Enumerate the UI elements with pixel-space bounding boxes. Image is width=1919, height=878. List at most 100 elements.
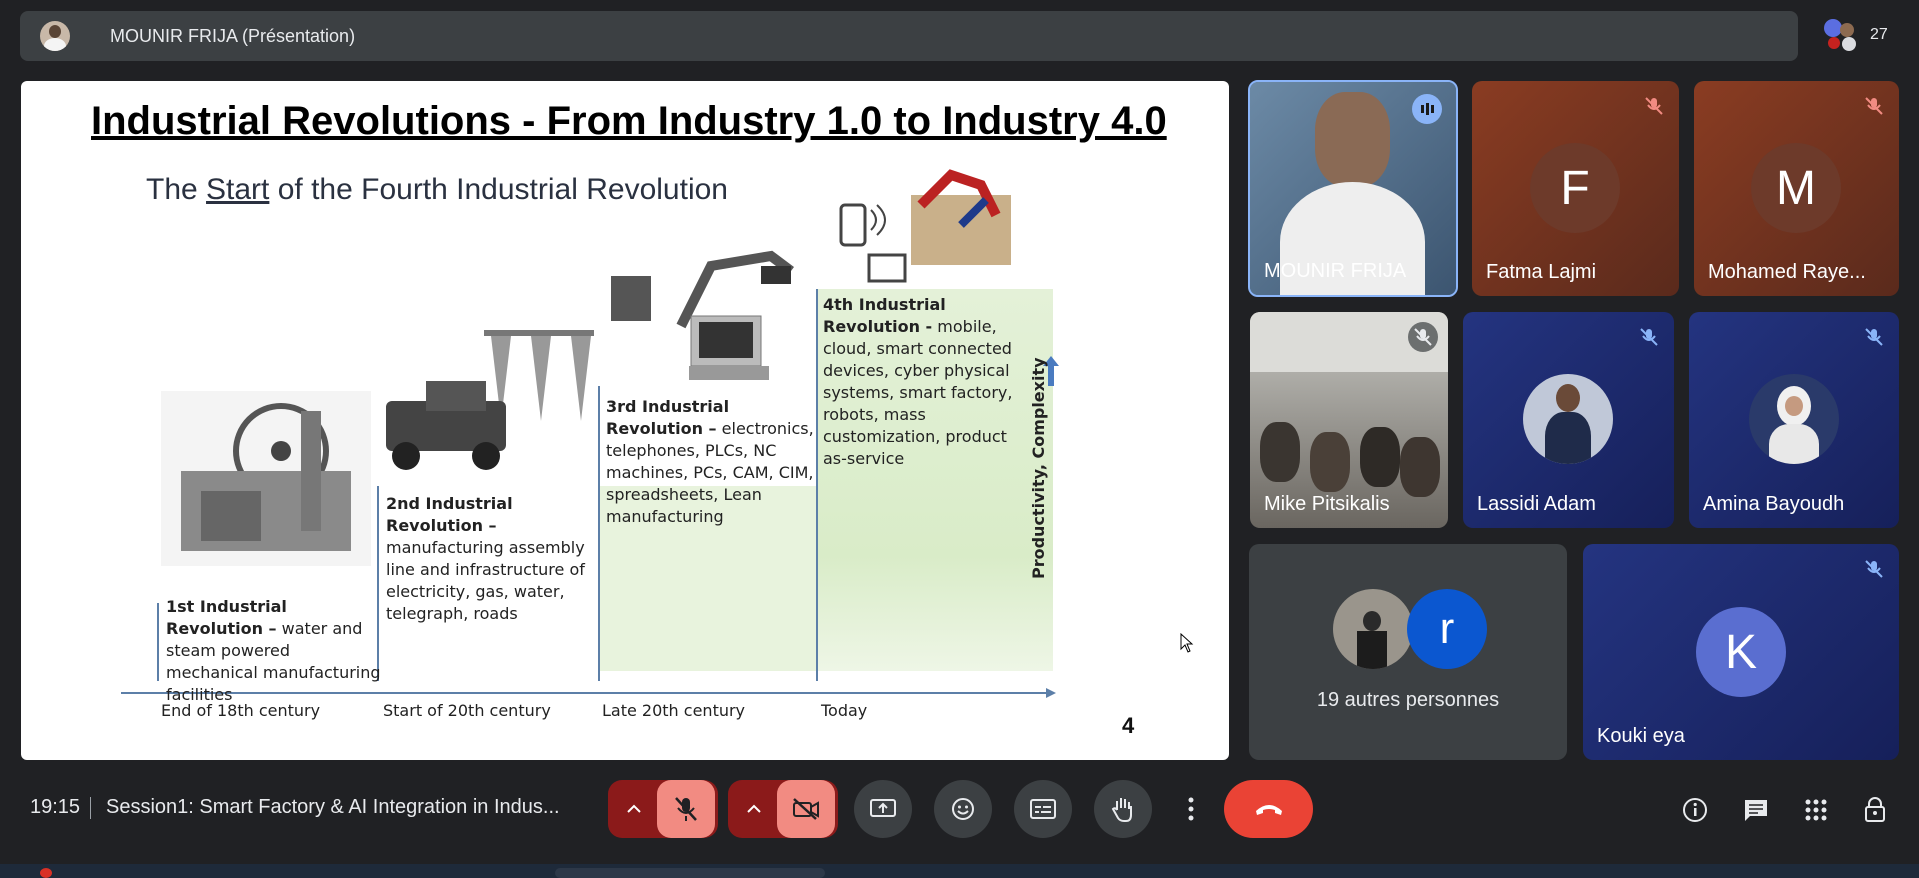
chat-button[interactable]	[1736, 790, 1776, 830]
student	[1310, 432, 1350, 492]
tile-name: Kouki eya	[1597, 725, 1685, 747]
os-taskbar	[0, 864, 1919, 878]
present-screen-button[interactable]	[854, 780, 912, 838]
speaking-indicator-icon	[1412, 94, 1442, 124]
assembly-line-image	[386, 330, 594, 470]
meeting-title: Session1: Smart Factory & AI Integration…	[106, 796, 560, 818]
tile-mounir-frija[interactable]: MOUNIR FRIJA	[1248, 80, 1458, 297]
tile-name: MOUNIR FRIJA	[1264, 260, 1407, 282]
tile-lassidi-adam[interactable]: Lassidi Adam	[1463, 312, 1674, 528]
tile-amina-bayoudh[interactable]: Amina Bayoudh	[1689, 312, 1899, 528]
emoji-icon	[952, 798, 974, 820]
muted-mic-icon	[1634, 322, 1664, 352]
revolution-3-text: 3rd Industrial Revolution – electronics,…	[606, 396, 816, 528]
revolution-2-body: manufacturing assembly line and infrastr…	[386, 538, 585, 623]
timeline-marker	[816, 289, 818, 681]
more-options-button[interactable]	[1174, 780, 1208, 838]
student	[1360, 427, 1400, 487]
tile-name: Lassidi Adam	[1477, 493, 1596, 515]
person-head	[1315, 92, 1390, 187]
era-2: Start of 20th century	[383, 701, 551, 720]
camera-control-group	[728, 780, 838, 838]
tile-mohamed[interactable]: M Mohamed Raye...	[1694, 81, 1899, 296]
revolution-2-heading: 2nd Industrial Revolution –	[386, 494, 513, 535]
tile-name: Mohamed Raye...	[1708, 261, 1866, 283]
apps-grid-icon	[1805, 799, 1827, 821]
tile-name: Amina Bayoudh	[1703, 493, 1845, 515]
subtitle-pre: The	[146, 173, 207, 206]
tile-name: Mike Pitsikalis	[1264, 493, 1390, 515]
camera-off-icon	[793, 798, 819, 820]
tile-other-participants[interactable]: r 19 autres personnes	[1249, 544, 1567, 760]
mini-avatar	[1840, 23, 1854, 37]
present-screen-icon	[870, 799, 896, 817]
student	[1400, 437, 1440, 497]
activities-button[interactable]	[1796, 790, 1836, 830]
revolution-3-heading: 3rd Industrial Revolution –	[606, 397, 730, 438]
raise-hand-button[interactable]	[1094, 780, 1152, 838]
avatar-initial: K	[1696, 607, 1786, 697]
avatar-initial: M	[1751, 143, 1841, 233]
era-1: End of 18th century	[161, 701, 321, 720]
tile-name: Fatma Lajmi	[1486, 261, 1597, 283]
robots-iot-image	[839, 169, 1011, 283]
subtitle-post: of the Fourth Industrial Revolution	[269, 173, 728, 206]
mic-control-group	[608, 780, 718, 838]
mic-toggle-button[interactable]	[657, 780, 715, 838]
steam-engine-image	[161, 391, 371, 566]
hang-up-icon	[1255, 805, 1282, 815]
camera-toggle-button[interactable]	[777, 780, 835, 838]
meeting-details-button[interactable]	[1675, 790, 1715, 830]
other-avatar-initial: r	[1407, 589, 1487, 669]
revolution-1-text: 1st Industrial Revolution – water and st…	[166, 596, 381, 706]
mini-avatar	[1842, 37, 1856, 51]
mic-off-icon	[675, 797, 697, 821]
avatar-photo	[1523, 374, 1613, 464]
participant-count: 27	[1870, 26, 1888, 43]
muted-mic-icon	[1639, 91, 1669, 121]
end-call-button[interactable]	[1224, 780, 1313, 838]
era-4: Today	[821, 701, 868, 720]
revolution-2-text: 2nd Industrial Revolution – manufacturin…	[386, 493, 591, 625]
revolution-4-text: 4th Industrial Revolution - mobile, clou…	[823, 294, 1033, 470]
student	[1260, 422, 1300, 482]
slide-subtitle: The Start of the Fourth Industrial Revol…	[146, 173, 728, 207]
slide-title: Industrial Revolutions - From Industry 1…	[91, 99, 1167, 143]
presenter-label: MOUNIR FRIJA (Présentation)	[110, 25, 356, 46]
captions-icon	[1030, 799, 1056, 819]
camera-options-button[interactable]	[731, 780, 777, 838]
era-3: Late 20th century	[602, 701, 746, 720]
muted-mic-icon	[1859, 91, 1889, 121]
tile-mike-pitsikalis[interactable]: Mike Pitsikalis	[1250, 312, 1448, 528]
presentation-slide: Industrial Revolutions - From Industry 1…	[21, 81, 1229, 760]
chat-icon	[1745, 800, 1767, 821]
tile-kouki-eya[interactable]: K Kouki eya	[1583, 544, 1899, 760]
muted-mic-icon	[1859, 322, 1889, 352]
computer-robot-image	[611, 250, 794, 380]
presenter-avatar	[40, 21, 70, 51]
chevron-up-icon	[747, 804, 761, 813]
others-label: 19 autres personnes	[1316, 689, 1500, 711]
presenter-bar: MOUNIR FRIJA (Présentation)	[20, 11, 1798, 61]
mini-avatar	[1828, 37, 1840, 49]
slide-page-number: 4	[1122, 713, 1135, 738]
chevron-up-icon	[627, 804, 641, 813]
avatar-photo	[1749, 374, 1839, 464]
weather-badge	[40, 868, 52, 878]
captions-button[interactable]	[1014, 780, 1072, 838]
revolution-4-heading: 4th Industrial Revolution -	[823, 295, 946, 336]
hand-icon	[1111, 798, 1132, 822]
subtitle-underlined: Start	[206, 173, 270, 206]
host-controls-button[interactable]	[1855, 790, 1895, 830]
divider	[90, 797, 91, 819]
muted-mic-icon	[1859, 554, 1889, 584]
revolution-1-heading: 1st Industrial Revolution –	[166, 597, 287, 638]
info-icon	[1683, 798, 1707, 822]
reactions-button[interactable]	[934, 780, 992, 838]
timeline-marker	[598, 386, 600, 681]
tile-fatma-lajmi[interactable]: F Fatma Lajmi	[1472, 81, 1679, 296]
participants-button[interactable]: 27	[1820, 17, 1900, 55]
mic-options-button[interactable]	[611, 780, 657, 838]
other-avatar-photo	[1333, 589, 1413, 669]
search-box[interactable]	[555, 868, 825, 878]
